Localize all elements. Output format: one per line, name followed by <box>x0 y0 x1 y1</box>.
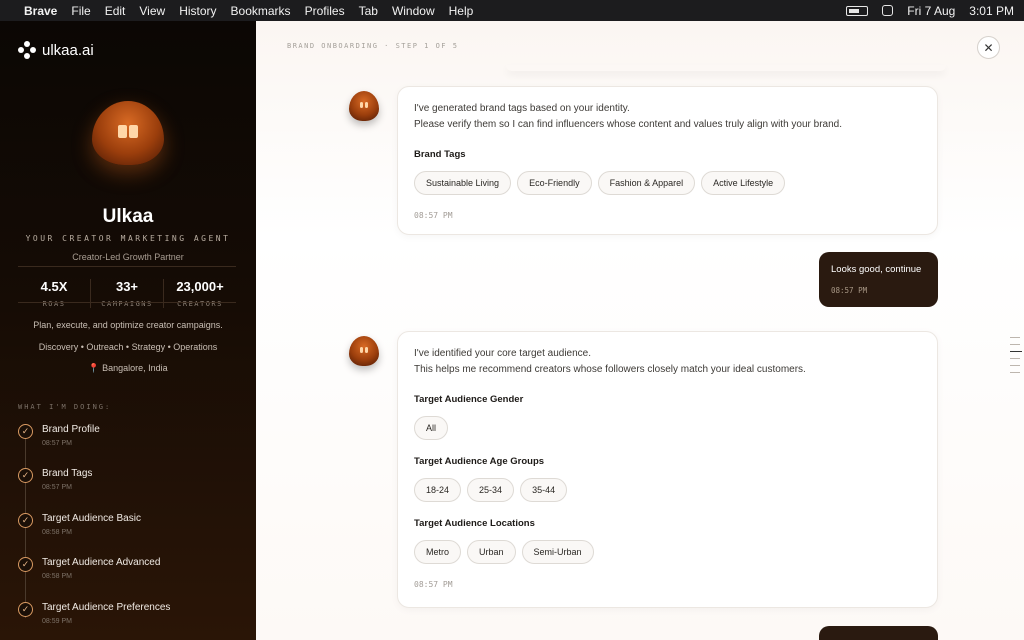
user-message-bubble: Looks good, continue 08:57 PM <box>819 252 938 307</box>
timeline-title: Brand Profile <box>42 424 100 435</box>
tag-list: Sustainable Living Eco-Friendly Fashion … <box>414 171 921 195</box>
message-time: 08:57 PM <box>414 580 453 589</box>
menu-bookmarks[interactable]: Bookmarks <box>231 4 291 18</box>
location-options: Metro Urban Semi-Urban <box>414 540 921 564</box>
timeline-time: 08:58 PM <box>42 573 72 580</box>
agent-role: YOUR CREATOR MARKETING AGENT <box>25 234 231 243</box>
stat-creators: 23,000+ CREATORS <box>164 279 236 308</box>
check-icon: ✓ <box>18 557 33 572</box>
timeline-time: 08:57 PM <box>42 484 72 491</box>
timeline-item[interactable]: ✓ Brand Tags 08:57 PM <box>18 468 92 491</box>
location-chip[interactable]: Metro <box>414 540 462 564</box>
timeline-item[interactable]: ✓ Target Audience Advanced 08:58 PM <box>18 557 160 580</box>
timeline-time: 08:57 PM <box>42 440 72 447</box>
timeline-title: Target Audience Basic <box>42 513 141 524</box>
agent-message-card: I've generated brand tags based on your … <box>397 86 938 235</box>
stat-roas: 4.5X ROAS <box>18 279 91 308</box>
divider <box>18 266 236 267</box>
message-time: 08:57 PM <box>831 286 868 295</box>
timeline-item[interactable]: ✓ Brand Profile 08:57 PM <box>18 424 100 447</box>
step-label: BRAND ONBOARDING · STEP 1 OF 5 <box>287 42 459 50</box>
doing-label: WHAT I'M DOING: <box>18 403 112 411</box>
agent-name: Ulkaa <box>102 206 154 227</box>
menu-history[interactable]: History <box>179 4 216 18</box>
stat-value: 4.5X <box>40 279 68 294</box>
control-center-icon[interactable] <box>882 5 894 16</box>
check-icon: ✓ <box>18 468 33 483</box>
check-icon: ✓ <box>18 513 33 528</box>
tag-chip[interactable]: Fashion & Apparel <box>597 171 696 195</box>
timeline-item[interactable]: ✓ Target Audience Basic 08:58 PM <box>18 513 141 536</box>
timeline-title: Brand Tags <box>42 468 93 479</box>
divider <box>18 302 236 303</box>
message-line: This helps me recommend creators whose f… <box>414 364 806 375</box>
message-time: 08:57 PM <box>414 211 453 220</box>
menubar-time[interactable]: 3:01 PM <box>969 4 1014 18</box>
agent-message-card: I've identified your core target audienc… <box>397 331 938 608</box>
agent-avatar <box>349 91 379 121</box>
gender-options: All <box>414 416 921 440</box>
age-chip[interactable]: 25-34 <box>467 478 515 502</box>
stats-row: 4.5X ROAS 33+ CAMPAIGNS 23,000+ CREATORS <box>18 279 236 308</box>
menu-profiles[interactable]: Profiles <box>305 4 345 18</box>
logo-text: ulkaa.ai <box>42 41 94 59</box>
menu-edit[interactable]: Edit <box>105 4 126 18</box>
timeline-title: Target Audience Preferences <box>42 602 171 613</box>
tag-chip[interactable]: Active Lifestyle <box>701 171 786 195</box>
menu-view[interactable]: View <box>139 4 165 18</box>
menu-app-name[interactable]: Brave <box>24 4 57 18</box>
age-chip[interactable]: 18-24 <box>414 478 462 502</box>
user-message-bubble <box>819 626 938 640</box>
menu-tab[interactable]: Tab <box>359 4 378 18</box>
close-button[interactable]: ✕ <box>977 36 1000 59</box>
previous-card-edge <box>506 65 946 71</box>
message-line: Please verify them so I can find influen… <box>414 119 843 130</box>
section-heading: Target Audience Gender <box>414 394 524 405</box>
timeline-title: Target Audience Advanced <box>42 557 161 568</box>
user-message-text: Looks good, continue <box>831 264 922 275</box>
agent-subtitle: Creator-Led Growth Partner <box>72 252 184 262</box>
section-heading: Brand Tags <box>414 149 466 160</box>
location-chip[interactable]: Semi-Urban <box>521 540 594 564</box>
timeline-item[interactable]: ✓ Target Audience Preferences 08:59 PM <box>18 602 170 625</box>
logo-icon <box>18 41 36 59</box>
timeline-time: 08:58 PM <box>42 529 72 536</box>
stat-value: 33+ <box>115 279 139 294</box>
gender-chip[interactable]: All <box>414 416 449 440</box>
stat-value: 23,000+ <box>176 279 224 294</box>
menu-window[interactable]: Window <box>392 4 435 18</box>
age-options: 18-24 25-34 35-44 <box>414 478 921 502</box>
agent-services: Discovery • Outreach • Strategy • Operat… <box>38 342 218 352</box>
agent-location: 📍 Bangalore, India <box>88 363 168 373</box>
mascot-avatar <box>92 101 164 165</box>
check-icon: ✓ <box>18 424 33 439</box>
check-icon: ✓ <box>18 602 33 617</box>
tag-chip[interactable]: Eco-Friendly <box>517 171 592 195</box>
chat-panel: BRAND ONBOARDING · STEP 1 OF 5 ✕ I've ge… <box>256 21 1024 640</box>
menubar: Brave File Edit View History Bookmarks P… <box>0 0 1024 21</box>
message-line: I've generated brand tags based on your … <box>414 103 630 114</box>
age-chip[interactable]: 35-44 <box>520 478 568 502</box>
section-heading: Target Audience Age Groups <box>414 456 545 467</box>
section-heading: Target Audience Locations <box>414 518 535 529</box>
battery-icon[interactable] <box>846 5 869 16</box>
location-chip[interactable]: Urban <box>467 540 516 564</box>
stat-campaigns: 33+ CAMPAIGNS <box>91 279 164 308</box>
timeline-time: 08:59 PM <box>42 618 72 625</box>
menu-help[interactable]: Help <box>449 4 474 18</box>
message-line: I've identified your core target audienc… <box>414 348 592 359</box>
scroll-indicator[interactable] <box>1010 337 1022 379</box>
menubar-date[interactable]: Fri 7 Aug <box>907 4 955 18</box>
sidebar: ulkaa.ai Ulkaa YOUR CREATOR MARKETING AG… <box>0 21 256 640</box>
menu-file[interactable]: File <box>71 4 90 18</box>
tag-chip[interactable]: Sustainable Living <box>414 171 512 195</box>
agent-avatar <box>349 336 379 366</box>
agent-tagline: Plan, execute, and optimize creator camp… <box>33 320 223 330</box>
logo[interactable]: ulkaa.ai <box>18 41 94 59</box>
